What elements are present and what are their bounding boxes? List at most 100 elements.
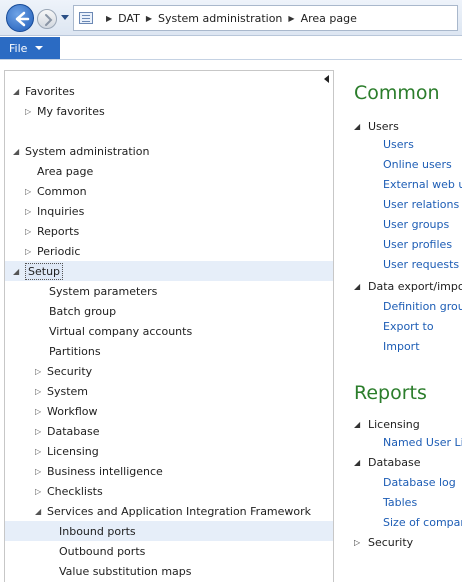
- breadcrumb-separator-icon: ▶: [145, 13, 152, 23]
- tree-setup[interactable]: ◢ Setup: [5, 261, 333, 281]
- tree-label: Outbound ports: [59, 544, 146, 558]
- file-menu-label: File: [9, 41, 28, 55]
- tree-label: System: [47, 384, 89, 398]
- tree-database[interactable]: ▷ Database: [5, 421, 333, 441]
- tree-label: Reports: [37, 224, 80, 238]
- group-label: Data export/impo: [368, 280, 462, 293]
- tree-outbound-ports[interactable]: Outbound ports: [5, 541, 333, 561]
- collapsed-triangle-icon: ▷: [25, 246, 32, 256]
- tree-checklists[interactable]: ▷ Checklists: [5, 481, 333, 501]
- tree-system-administration[interactable]: ◢ System administration: [5, 141, 333, 161]
- tree-label: Favorites: [25, 84, 75, 98]
- tree-licensing[interactable]: ▷ Licensing: [5, 441, 333, 461]
- tree-label: Periodic: [37, 244, 81, 258]
- tree-virtual-company-accounts[interactable]: Virtual company accounts: [5, 321, 333, 341]
- collapsed-triangle-icon: ▷: [35, 426, 42, 436]
- expanded-triangle-icon: ◢: [13, 266, 20, 276]
- group-database[interactable]: ◢ Database: [354, 456, 421, 469]
- collapsed-triangle-icon: ▷: [25, 106, 32, 116]
- expanded-triangle-icon: ◢: [13, 146, 20, 156]
- collapsed-triangle-icon: ▷: [35, 366, 42, 376]
- expanded-triangle-icon: ◢: [354, 122, 361, 131]
- tree-common[interactable]: ▷ Common: [5, 181, 333, 201]
- group-security[interactable]: ▷ Security: [354, 536, 413, 549]
- forward-arrow-icon: [45, 14, 53, 26]
- tree-partitions[interactable]: Partitions: [5, 341, 333, 361]
- link-user-groups[interactable]: User groups: [383, 218, 449, 231]
- tree-label: Inbound ports: [59, 524, 136, 538]
- tree-system[interactable]: ▷ System: [5, 381, 333, 401]
- link-database-log[interactable]: Database log: [383, 476, 456, 489]
- collapsed-triangle-icon: ▷: [35, 386, 42, 396]
- tree-label: Value substitution maps: [59, 564, 192, 578]
- breadcrumb-area-page[interactable]: Area page: [301, 12, 357, 25]
- address-bar[interactable]: ▶ DAT ▶ System administration ▶ Area pag…: [73, 5, 458, 31]
- tree-label: Inquiries: [37, 204, 85, 218]
- tree-label: Security: [47, 364, 93, 378]
- collapsed-triangle-icon: ▷: [25, 186, 32, 196]
- tree-label: System parameters: [49, 284, 158, 298]
- tree-security[interactable]: ▷ Security: [5, 361, 333, 381]
- breadcrumb-dat[interactable]: DAT: [118, 12, 140, 25]
- history-dropdown-icon[interactable]: [61, 15, 69, 20]
- tree-label: Area page: [37, 164, 94, 178]
- group-users[interactable]: ◢ Users: [354, 120, 399, 133]
- tree-inquiries[interactable]: ▷ Inquiries: [5, 201, 333, 221]
- group-data-export-import[interactable]: ◢ Data export/impo: [354, 280, 462, 293]
- tree-label: Licensing: [47, 444, 99, 458]
- link-size-of-company[interactable]: Size of compan: [383, 516, 462, 529]
- collapsed-triangle-icon: ▷: [35, 446, 42, 456]
- collapsed-triangle-icon: ▷: [35, 466, 42, 476]
- tree-label: Batch group: [49, 304, 117, 318]
- tree-label: Workflow: [47, 404, 98, 418]
- tree-workflow[interactable]: ▷ Workflow: [5, 401, 333, 421]
- link-export-to[interactable]: Export to: [383, 320, 434, 333]
- tree-reports[interactable]: ▷ Reports: [5, 221, 333, 241]
- link-external-web-users[interactable]: External web us: [383, 178, 462, 191]
- tree-batch-group[interactable]: Batch group: [5, 301, 333, 321]
- tree-my-favorites[interactable]: ▷ My favorites: [5, 101, 333, 121]
- tree-system-parameters[interactable]: System parameters: [5, 281, 333, 301]
- file-menu-button[interactable]: File: [0, 37, 60, 59]
- expanded-triangle-icon: ◢: [13, 86, 20, 96]
- link-user-requests[interactable]: User requests: [383, 258, 459, 271]
- breadcrumb-separator-icon: ▶: [288, 13, 295, 23]
- forward-button[interactable]: [37, 9, 57, 29]
- tree-services-aif[interactable]: ◢ Services and Application Integration F…: [5, 501, 333, 521]
- group-label: Licensing: [368, 418, 420, 431]
- collapsed-triangle-icon: ▷: [35, 486, 42, 496]
- back-button[interactable]: [6, 4, 34, 32]
- group-licensing[interactable]: ◢ Licensing: [354, 418, 420, 431]
- tree-favorites[interactable]: ◢ Favorites: [5, 81, 333, 101]
- link-user-relations[interactable]: User relations: [383, 198, 459, 211]
- chevron-down-icon: [35, 46, 44, 50]
- tree-label: Setup: [25, 262, 64, 280]
- expanded-triangle-icon: ◢: [354, 458, 361, 467]
- address-toolbar: ▶ DAT ▶ System administration ▶ Area pag…: [0, 0, 462, 36]
- link-definition-groups[interactable]: Definition grou: [383, 300, 462, 313]
- area-page-content: Common ◢ Users Users Online users Extern…: [338, 70, 462, 582]
- tree-inbound-ports[interactable]: Inbound ports: [5, 521, 333, 541]
- link-named-user-license[interactable]: Named User Lic: [383, 436, 462, 449]
- section-title-common: Common: [354, 82, 440, 104]
- breadcrumb-system-administration[interactable]: System administration: [158, 12, 282, 25]
- tree-label: Business intelligence: [47, 464, 163, 478]
- link-users[interactable]: Users: [383, 138, 414, 151]
- collapsed-triangle-icon: ▷: [25, 206, 32, 216]
- link-user-profiles[interactable]: User profiles: [383, 238, 452, 251]
- tree-label: Partitions: [49, 344, 101, 358]
- tree-label: My favorites: [37, 104, 105, 118]
- link-online-users[interactable]: Online users: [383, 158, 452, 171]
- tree-area-page[interactable]: Area page: [5, 161, 333, 181]
- link-import[interactable]: Import: [383, 340, 420, 353]
- tree-business-intelligence[interactable]: ▷ Business intelligence: [5, 461, 333, 481]
- expanded-triangle-icon: ◢: [35, 506, 42, 516]
- navigation-pane: ◢ Favorites ▷ My favorites ◢ System admi…: [4, 70, 334, 582]
- section-title-reports: Reports: [354, 382, 427, 404]
- tree-label: Services and Application Integration Fra…: [47, 504, 312, 518]
- collapsed-triangle-icon: ▷: [25, 226, 32, 236]
- tree-value-substitution-maps[interactable]: Value substitution maps: [5, 561, 333, 581]
- collapsed-triangle-icon: ▷: [35, 406, 42, 416]
- tree-periodic[interactable]: ▷ Periodic: [5, 241, 333, 261]
- link-tables[interactable]: Tables: [383, 496, 417, 509]
